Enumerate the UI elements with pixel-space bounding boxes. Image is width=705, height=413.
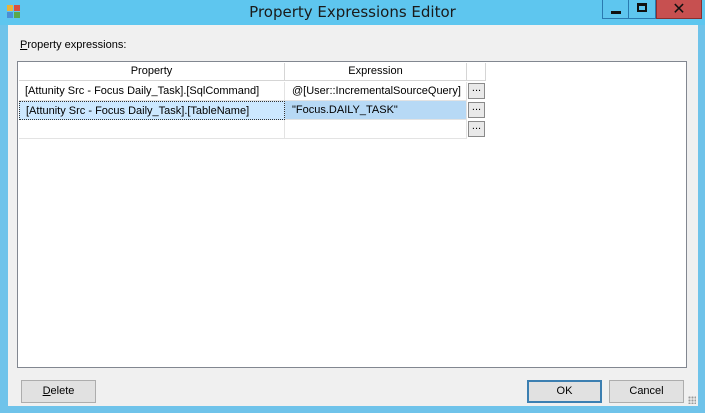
table-row-selected[interactable]: [Attunity Src - Focus Daily_Task].[Table… (19, 101, 486, 120)
resize-grip[interactable] (688, 396, 696, 404)
close-button[interactable]: ✕ (656, 0, 702, 19)
expression-cell[interactable]: @[User::IncrementalSourceQuery] (285, 82, 467, 101)
dialog-body: Property expressions: Property Expressio… (8, 25, 698, 406)
column-header-expression[interactable]: Expression (285, 63, 467, 81)
expression-builder-button[interactable]: ... (468, 83, 485, 99)
minimize-button[interactable] (602, 0, 629, 19)
property-cell[interactable] (19, 120, 285, 139)
table-row[interactable]: [Attunity Src - Focus Daily_Task].[SqlCo… (19, 82, 486, 101)
property-expressions-grid[interactable]: Property Expression [Attunity Src - Focu… (17, 61, 687, 368)
expression-builder-button[interactable]: ... (468, 121, 485, 137)
expression-cell[interactable] (285, 120, 467, 139)
expression-builder-button[interactable]: ... (468, 102, 485, 118)
expression-cell[interactable]: "Focus.DAILY_TASK" (285, 101, 467, 120)
table-row-new[interactable]: ... (19, 120, 486, 139)
property-cell[interactable]: [Attunity Src - Focus Daily_Task].[Table… (19, 101, 285, 120)
property-cell[interactable]: [Attunity Src - Focus Daily_Task].[SqlCo… (19, 82, 285, 101)
window-title: Property Expressions Editor (249, 3, 456, 21)
delete-label: elete (50, 385, 75, 397)
delete-button[interactable]: Delete (21, 380, 96, 403)
minimize-icon (611, 11, 621, 14)
label-text: roperty expressions: (27, 39, 127, 51)
close-icon: ✕ (672, 1, 686, 18)
column-header-property[interactable]: Property (19, 63, 285, 81)
window-frame-bottom (0, 406, 705, 413)
ok-button[interactable]: OK (527, 380, 602, 403)
delete-mnemonic: D (42, 385, 51, 397)
maximize-icon (637, 3, 647, 12)
cancel-button[interactable]: Cancel (609, 380, 684, 403)
maximize-button[interactable] (629, 0, 656, 19)
property-expressions-label: Property expressions: (20, 39, 126, 51)
column-header-button (467, 63, 486, 81)
title-bar: Property Expressions Editor ✕ (0, 0, 705, 25)
